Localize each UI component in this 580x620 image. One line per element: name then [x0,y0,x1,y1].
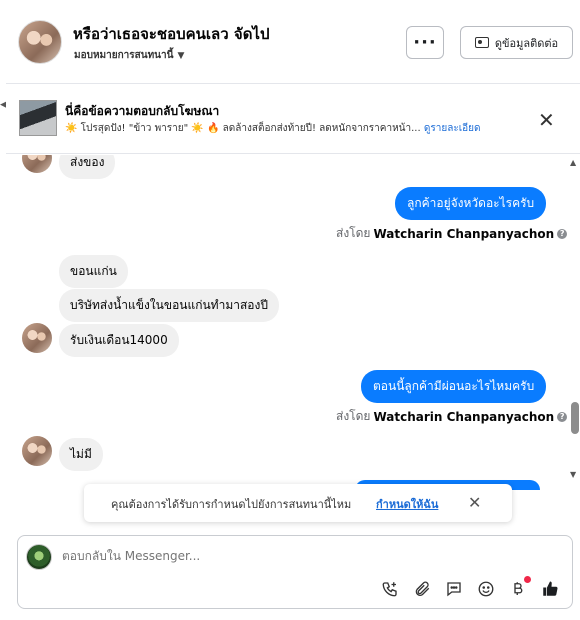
close-icon[interactable]: ✕ [538,110,555,130]
view-contact-label: ดูข้อมูลติดต่อ [494,36,559,50]
outgoing-message: ลูกค้าอยู่จังหวัดอะไรครับ [395,187,547,220]
outgoing-message: ตอนนี้ลูกค้ามีผ่อนอะไรไหมครับ [361,370,547,403]
emoji-icon[interactable] [475,578,497,600]
incoming-message: ไม่มี [59,438,103,471]
collapse-panel-icon[interactable]: ◀ [0,100,7,112]
notification-dot [524,576,531,583]
contact-avatar[interactable] [18,20,62,64]
info-icon[interactable]: ? [557,228,568,239]
incoming-message: บริษัทส่งน้ำแข็งในขอนแก่นทำมาสองปี [59,289,279,322]
sent-by-prefix: ส่งโดย [336,409,371,423]
message-thread: ส่งของ ลูกค้าอยู่จังหวัดอะไรครับ ส่งโดย … [6,155,568,485]
assign-prompt-toast: คุณต้องการได้รับการกำหนดไปยังการสนทนานี้… [84,484,512,522]
assign-prompt-text: คุณต้องการได้รับการกำหนดไปยังการสนทนานี้… [111,498,352,511]
ad-banner-text: ☀️ โปรสุดปัง! "ข้าว พาราย" ☀️ 🔥 ลดล้างสต… [65,121,480,136]
assign-conversation-label: มอบหมายการสนทนานี้ [74,50,174,61]
contact-avatar-small [22,436,52,466]
ad-reply-banner: นี่คือข้อความตอบกลับโฆษณา ☀️ โปรสุดปัง! … [6,84,580,154]
incoming-message: ส่งของ [59,155,116,179]
close-icon[interactable]: ✕ [468,493,481,512]
incoming-message: รับเงินเดือน14000 [59,324,179,357]
saved-replies-icon[interactable] [443,578,465,600]
view-contact-button[interactable]: ดูข้อมูลติดต่อ [460,26,573,59]
assign-conversation-dropdown[interactable]: มอบหมายการสนทนานี้ ▼ [74,48,184,63]
ad-description: ☀️ โปรสุดปัง! "ข้าว พาราย" ☀️ 🔥 ลดล้างสต… [65,123,421,134]
payment-baht-icon[interactable] [507,576,531,600]
ad-details-link[interactable]: ดูรายละเอียด [424,123,481,134]
sent-by-label: ส่งโดย Watcharin Chanpanyachon ? [336,407,568,426]
more-options-button[interactable]: ··· [406,26,444,59]
scroll-down-arrow-icon[interactable]: ▼ [570,470,576,479]
contact-avatar-small [22,155,52,173]
incoming-message: ขอนแก่น [59,255,128,288]
scrollbar-thumb[interactable] [571,402,579,434]
sent-by-prefix: ส่งโดย [336,226,371,240]
more-dots-icon: ··· [413,32,437,53]
id-card-icon [474,37,489,48]
scroll-up-arrow-icon[interactable]: ▲ [570,158,576,167]
message-composer [17,535,573,609]
sent-by-label: ส่งโดย Watcharin Chanpanyachon ? [336,224,568,243]
attachment-icon[interactable] [411,578,433,600]
caret-down-icon: ▼ [177,50,185,61]
contact-name: หรือว่าเธอจะชอบคนเลว จัดไป [73,25,270,43]
conversation-header: หรือว่าเธอจะชอบคนเลว จัดไป มอบหมายการสนท… [6,0,580,84]
sender-name: Watcharin Chanpanyachon [373,226,555,241]
call-add-icon[interactable] [379,578,401,600]
ad-banner-title: นี่คือข้อความตอบกลับโฆษณา [65,104,220,118]
contact-avatar-small [22,323,52,353]
sender-name: Watcharin Chanpanyachon [373,409,555,424]
assign-to-me-link[interactable]: กำหนดให้ฉัน [376,495,438,513]
page-avatar [26,544,52,570]
reply-input[interactable] [62,549,462,563]
info-icon[interactable]: ? [557,411,568,422]
thumbs-up-icon[interactable] [539,578,561,600]
ad-thumbnail[interactable] [19,100,57,136]
